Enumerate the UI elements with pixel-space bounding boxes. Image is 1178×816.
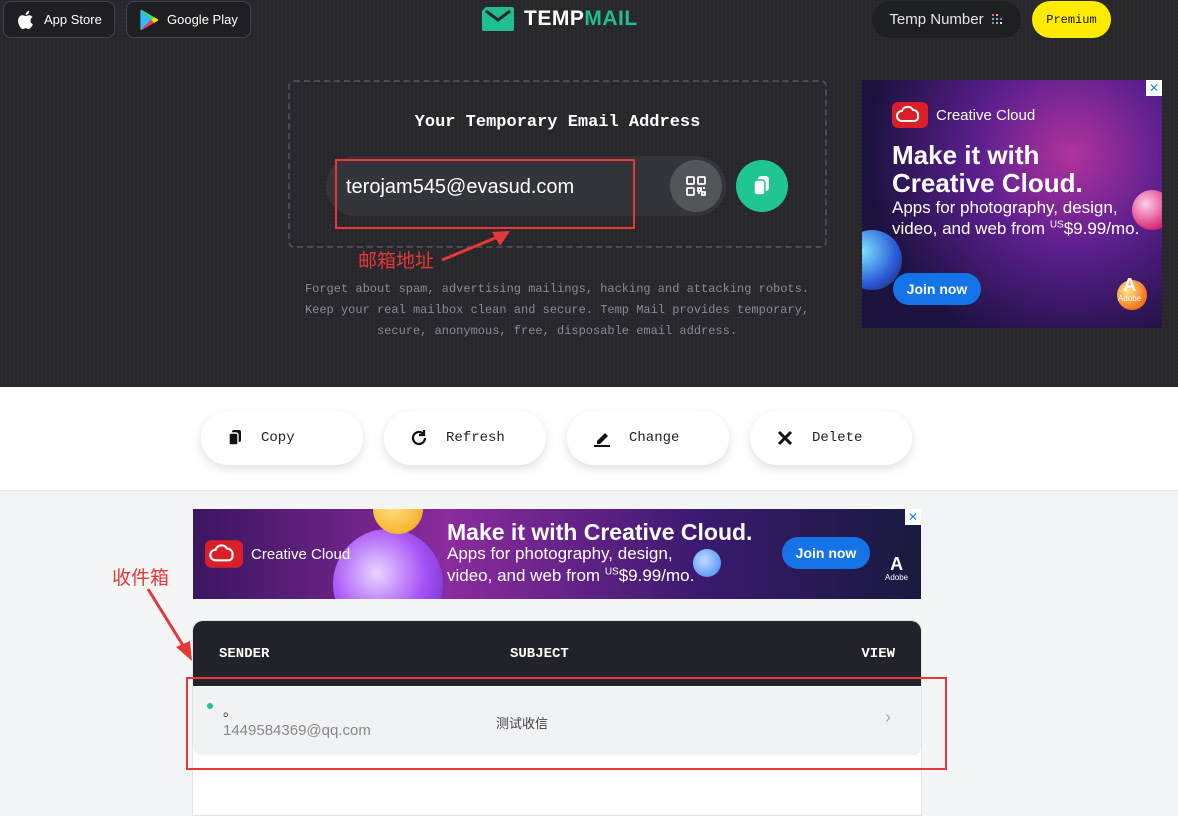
temp-number-label: Temp Number bbox=[889, 11, 984, 28]
premium-button[interactable]: Premium bbox=[1032, 1, 1111, 38]
col-subject-header: SUBJECT bbox=[510, 646, 569, 662]
edit-pen-icon bbox=[594, 433, 610, 447]
refresh-icon bbox=[411, 430, 427, 446]
ad-banner-price: $9.99/mo. bbox=[618, 566, 695, 585]
app-store-button[interactable]: App Store bbox=[3, 1, 115, 38]
ad-side-brand: Creative Cloud bbox=[936, 106, 1036, 124]
ad-banner-body-1: Apps for photography, design, bbox=[447, 544, 673, 563]
change-button-label: Change bbox=[629, 430, 680, 446]
banner-advertisement[interactable]: ✕ Creative Cloud Make it with Creative C… bbox=[193, 509, 921, 599]
email-annotation-label: 邮箱地址 bbox=[358, 250, 435, 272]
ad-banner-join-button[interactable]: Join now bbox=[782, 537, 870, 569]
google-play-button[interactable]: Google Play bbox=[126, 1, 251, 38]
ad-side-body-1: Apps for photography, design, bbox=[892, 198, 1118, 217]
side-advertisement[interactable]: ✕ Creative Cloud Make it with Creative C… bbox=[862, 80, 1162, 328]
logo-text-mail: MAIL bbox=[584, 7, 638, 30]
copy-button[interactable]: Copy bbox=[201, 411, 363, 465]
app-store-label: App Store bbox=[44, 12, 102, 27]
col-view-header: VIEW bbox=[861, 646, 895, 662]
envelope-logo-icon bbox=[482, 7, 514, 31]
email-description: Forget about spam, advertising mailings,… bbox=[304, 282, 810, 338]
copy-button-label: Copy bbox=[261, 430, 295, 446]
google-play-label: Google Play bbox=[167, 12, 238, 27]
ad-banner-brand: Creative Cloud bbox=[251, 545, 351, 563]
ad-side-price: $9.99/mo. bbox=[1063, 219, 1140, 238]
email-box-title: Your Temporary Email Address bbox=[414, 113, 701, 132]
change-button[interactable]: Change bbox=[567, 411, 729, 465]
ad-side-join-button[interactable]: Join now bbox=[893, 273, 981, 305]
google-play-icon bbox=[140, 9, 159, 30]
ad-side-adobe: Adobe bbox=[1118, 294, 1142, 303]
ad-side-body-2: video, and web from bbox=[892, 219, 1050, 238]
col-sender-header: SENDER bbox=[219, 646, 270, 662]
creative-cloud-icon bbox=[205, 540, 243, 568]
copy-icon bbox=[228, 430, 241, 446]
inbox-highlight-box bbox=[186, 677, 947, 770]
ad-banner-adobe: Adobe bbox=[885, 573, 909, 582]
ad-side-currency: US bbox=[1049, 219, 1064, 231]
qr-code-button[interactable] bbox=[670, 160, 722, 212]
creative-cloud-icon bbox=[892, 102, 928, 128]
ad-banner-body-2: video, and web from bbox=[447, 566, 605, 585]
phone-hash-icon bbox=[991, 13, 1002, 24]
refresh-button[interactable]: Refresh bbox=[384, 411, 546, 465]
ad-side-headline-2: Creative Cloud. bbox=[892, 168, 1083, 198]
delete-button[interactable]: Delete bbox=[750, 411, 912, 465]
refresh-button-label: Refresh bbox=[446, 430, 505, 446]
adobe-logo-icon: A bbox=[890, 554, 904, 574]
annotation-arrow-inbox-icon bbox=[146, 588, 192, 661]
banner-ad-close-icon[interactable]: ✕ bbox=[905, 509, 921, 525]
delete-button-label: Delete bbox=[812, 430, 863, 446]
close-x-icon bbox=[777, 430, 793, 446]
ad-close-icon[interactable]: ✕ bbox=[1146, 80, 1162, 96]
annotation-arrow-email-icon bbox=[441, 231, 510, 262]
copy-icon bbox=[753, 176, 769, 196]
email-highlight-box bbox=[335, 159, 635, 229]
adobe-logo-icon: A bbox=[1123, 275, 1137, 295]
logo-text-temp: TEMP bbox=[524, 7, 585, 30]
action-bar: Copy Refresh Change Delete bbox=[0, 387, 1178, 491]
apple-icon bbox=[18, 10, 33, 29]
ad-side-headline-1: Make it with bbox=[892, 140, 1040, 170]
qr-code-icon bbox=[686, 176, 706, 196]
ad-banner-currency: US bbox=[604, 566, 619, 578]
ad-banner-headline: Make it with Creative Cloud. bbox=[447, 519, 753, 545]
copy-email-round-button[interactable] bbox=[736, 160, 788, 212]
tempmail-logo[interactable]: TEMPMAIL bbox=[480, 5, 638, 33]
temp-number-button[interactable]: Temp Number bbox=[872, 1, 1021, 38]
